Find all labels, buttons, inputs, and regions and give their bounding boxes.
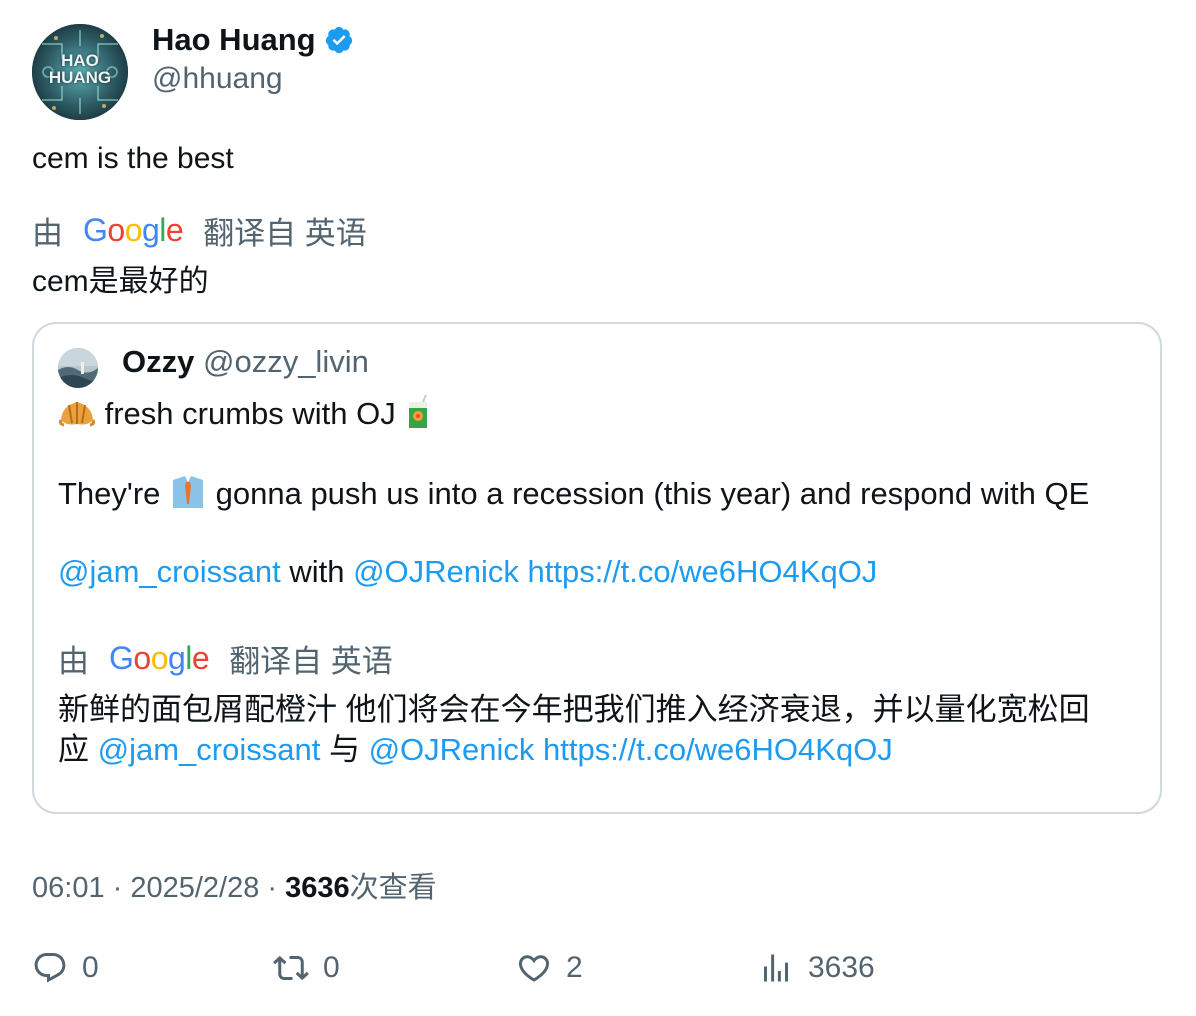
author-name[interactable]: Hao Huang (152, 22, 316, 58)
translated-mention-jam-croissant[interactable]: @jam_croissant (98, 732, 321, 767)
quoted-with-word: with (280, 554, 354, 589)
view-label: 次查看 (349, 872, 437, 904)
retweet-icon (273, 955, 309, 981)
translated-mention-ojrenick[interactable]: @OJRenick (369, 732, 535, 767)
meta-separator: · (259, 872, 286, 904)
avatar-text-2: HUANG (48, 68, 112, 87)
retweet-button[interactable]: 0 (273, 950, 340, 986)
mention-jam-croissant[interactable]: @jam_croissant (58, 554, 281, 589)
necktie-icon (169, 474, 207, 518)
like-count: 2 (566, 951, 583, 984)
heart-icon (518, 955, 550, 982)
quoted-tweet[interactable]: Ozzy @ozzy_livin fresh crumbs with OJ Th… (32, 322, 1162, 814)
mention-ojrenick[interactable]: @OJRenick (353, 554, 519, 589)
avatar-text-1: HAO (61, 51, 99, 70)
quoted-handle: @ozzy_livin (202, 344, 369, 379)
view-count: 3636 (285, 872, 350, 904)
translated-url-link[interactable]: https://t.co/we6HO4KqOJ (543, 732, 893, 767)
juice-box-icon (404, 394, 432, 438)
views-icon (764, 954, 788, 982)
tweet-text: cem is the best (32, 142, 234, 175)
translation-attribution: 由 Google 翻译自 英语 (32, 208, 367, 253)
quoted-translated-line-2: 应 @jam_croissant 与 @OJRenick https://t.c… (58, 724, 893, 769)
quoted-avatar (58, 348, 98, 388)
quoted-translated-pre: 应 (58, 732, 98, 767)
translated-with-word: 与 (320, 732, 369, 767)
translated-text: cem是最好的 (32, 265, 209, 298)
tweet-time[interactable]: 06:01 (32, 872, 105, 904)
author-name-row: Hao Huang (152, 22, 354, 58)
quoted-line-2-post: gonna push us into a recession (this yea… (207, 476, 1090, 511)
author-avatar[interactable]: HAO HUANG (32, 24, 128, 120)
like-button[interactable]: 2 (516, 950, 583, 986)
quoted-translated-line-1: 新鲜的面包屑配橙汁 他们将会在今年把我们推入经济衰退，并以量化宽松回 (58, 692, 1090, 727)
quoted-line-1-text: fresh crumbs with OJ (96, 396, 405, 431)
author-handle[interactable]: @hhuang (152, 62, 283, 96)
google-logo: Google (83, 212, 184, 248)
quoted-translation-suffix: 翻译自 英语 (229, 644, 393, 679)
translation-prefix: 由 (32, 216, 63, 251)
retweet-count: 0 (323, 951, 340, 984)
action-bar: 0 0 2 3636 (32, 950, 1162, 990)
croissant-icon (58, 396, 96, 438)
tweet-date[interactable]: 2025/2/28 (130, 872, 259, 904)
reply-button[interactable]: 0 (32, 950, 99, 986)
quoted-line-1: fresh crumbs with OJ (58, 394, 432, 438)
tweet-meta: 06:01 · 2025/2/28 · 3636次查看 (32, 864, 437, 906)
quoted-translation-attribution: 由 Google 翻译自 英语 (58, 636, 393, 681)
verified-badge-icon (324, 25, 354, 55)
quoted-name-row: Ozzy @ozzy_livin (122, 344, 369, 380)
quoted-name: Ozzy (122, 344, 195, 379)
quoted-line-2: They're gonna push us into a recession (… (58, 474, 1089, 518)
translation-suffix: 翻译自 英语 (203, 216, 367, 251)
quoted-line-2-pre: They're (58, 476, 170, 511)
reply-count: 0 (82, 951, 99, 984)
quoted-translation-prefix: 由 (58, 644, 89, 679)
quoted-url-link[interactable]: https://t.co/we6HO4KqOJ (528, 554, 878, 589)
views-count: 3636 (808, 951, 875, 984)
quoted-google-logo: Google (109, 640, 210, 676)
quoted-line-3: @jam_croissant with @OJRenick https://t.… (58, 554, 877, 590)
meta-separator: · (104, 872, 131, 904)
views-button[interactable]: 3636 (758, 950, 875, 986)
reply-icon (34, 953, 66, 983)
